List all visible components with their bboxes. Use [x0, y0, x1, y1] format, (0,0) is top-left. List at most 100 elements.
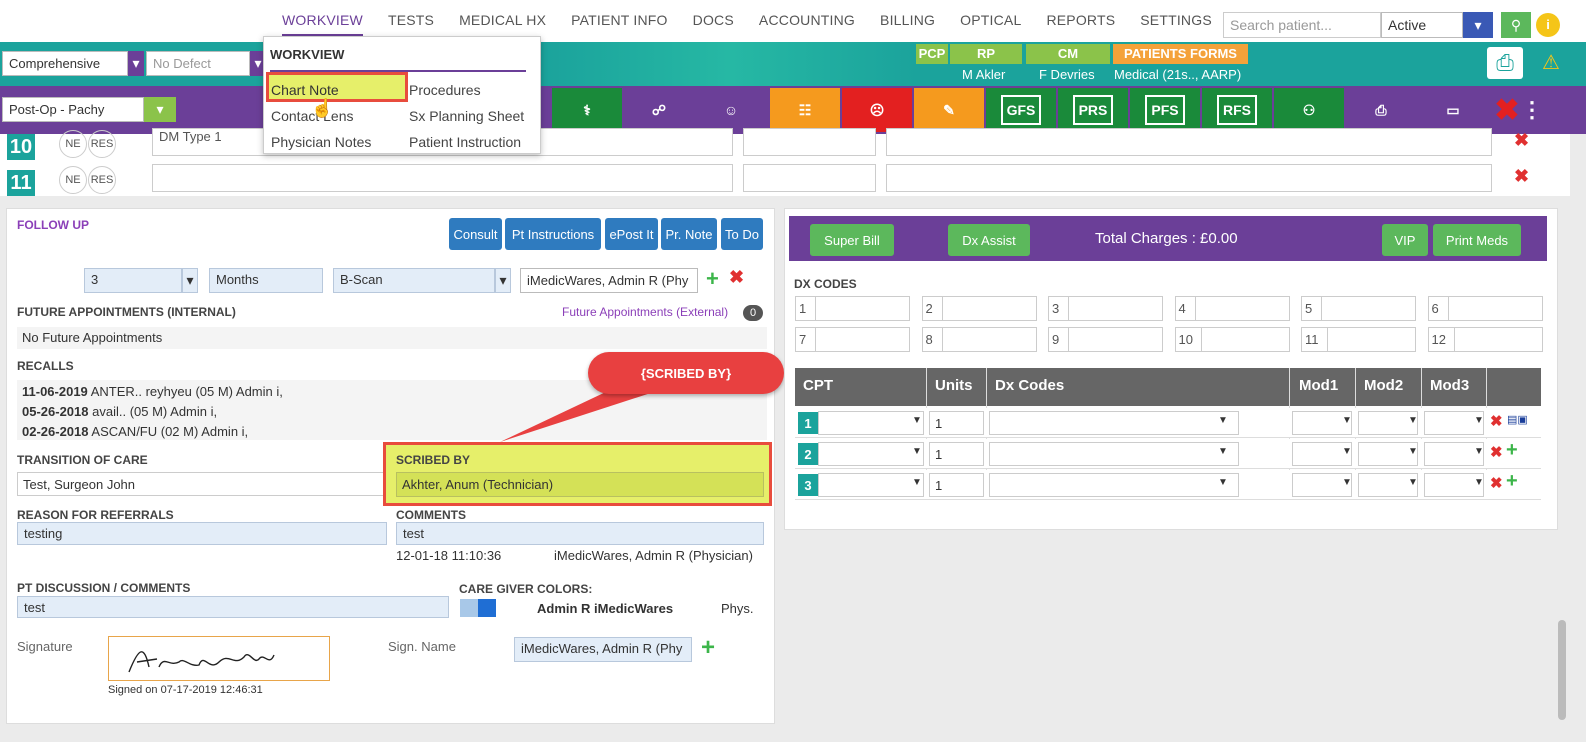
- followup-button-to-do[interactable]: To Do: [721, 218, 763, 250]
- transition-of-care-field[interactable]: Test, Surgeon John: [17, 472, 387, 496]
- surgery-icon[interactable]: ✎: [914, 88, 984, 132]
- status-dropdown-button[interactable]: ▾: [1463, 12, 1493, 38]
- info-icon[interactable]: i: [1536, 13, 1560, 37]
- ne-button[interactable]: NE: [59, 166, 87, 194]
- cm-tab[interactable]: CM: [1026, 44, 1110, 64]
- followup-button-pt-instructions[interactable]: Pt Instructions: [505, 218, 601, 250]
- meeting-icon[interactable]: ⚇: [1274, 88, 1344, 132]
- menu-item-chart-note[interactable]: Chart Note: [271, 82, 339, 98]
- menu-item-sx-planning[interactable]: Sx Planning Sheet: [409, 108, 524, 124]
- problem-detail-field[interactable]: [743, 164, 876, 192]
- fax-icon[interactable]: ⎙: [1346, 88, 1416, 132]
- dx-code-field[interactable]: 5: [1301, 296, 1416, 321]
- rp-tab[interactable]: RP: [950, 44, 1022, 64]
- dx-codes-select[interactable]: [989, 473, 1239, 497]
- pt-discussion-field[interactable]: test: [17, 596, 449, 618]
- print-meds-button[interactable]: Print Meds: [1433, 224, 1521, 256]
- dx-codes-select[interactable]: [989, 442, 1239, 466]
- alert-monitor-icon[interactable]: ⚠: [1533, 47, 1569, 79]
- followup-number[interactable]: 3: [84, 268, 182, 293]
- nav-item-tests[interactable]: TESTS: [388, 12, 434, 36]
- dx-code-field[interactable]: 8: [921, 327, 1037, 352]
- printer-icon[interactable]: ⎙: [1487, 47, 1523, 79]
- add-cpt-icon[interactable]: +: [1506, 439, 1518, 462]
- dx-assist-button[interactable]: Dx Assist: [948, 224, 1030, 256]
- pcp-tab[interactable]: PCP: [916, 44, 948, 64]
- units-field[interactable]: 1: [929, 411, 984, 435]
- dx-code-field[interactable]: 12: [1427, 327, 1543, 352]
- nav-item-docs[interactable]: DOCS: [693, 12, 734, 36]
- vip-button[interactable]: VIP: [1382, 224, 1428, 256]
- dx-code-field[interactable]: 1: [795, 296, 910, 321]
- prs-button[interactable]: PRS: [1058, 88, 1128, 132]
- monitor-icon[interactable]: ▭: [1418, 88, 1488, 132]
- delete-row-icon[interactable]: ✖: [1514, 166, 1529, 187]
- chevron-down-icon[interactable]: ▾: [182, 268, 198, 293]
- add-signer-icon[interactable]: +: [701, 634, 715, 662]
- close-chart-icon[interactable]: ✖: [1492, 88, 1522, 132]
- referral-reason-field[interactable]: testing: [17, 522, 387, 545]
- cpt-code-select[interactable]: [818, 442, 924, 466]
- followup-button-consult[interactable]: Consult: [449, 218, 502, 250]
- menu-item-physician-notes[interactable]: Physician Notes: [271, 134, 371, 150]
- exam-type-dropdown[interactable]: ▾: [128, 51, 144, 76]
- followup-button-epost-it[interactable]: ePost It: [605, 218, 658, 250]
- postop-dropdown[interactable]: ▾: [144, 97, 176, 122]
- dx-code-field[interactable]: 11: [1301, 327, 1416, 352]
- sign-name-field[interactable]: iMedicWares, Admin R (Phy: [514, 637, 692, 662]
- dx-code-field[interactable]: 7: [795, 327, 910, 352]
- nav-item-patient-info[interactable]: PATIENT INFO: [571, 12, 668, 36]
- problem-text-field[interactable]: [152, 164, 733, 192]
- delete-cpt-icon[interactable]: ✖: [1490, 474, 1503, 492]
- dx-code-field[interactable]: 2: [921, 296, 1037, 321]
- rfs-button[interactable]: RFS: [1202, 88, 1272, 132]
- comments-field[interactable]: test: [396, 522, 764, 545]
- dx-code-field[interactable]: 9: [1048, 327, 1163, 352]
- nav-item-reports[interactable]: REPORTS: [1046, 12, 1115, 36]
- dx-code-field[interactable]: 6: [1427, 296, 1543, 321]
- nav-item-settings[interactable]: SETTINGS: [1140, 12, 1212, 36]
- dx-code-field[interactable]: 4: [1174, 296, 1290, 321]
- nav-item-workview[interactable]: WORKVIEW: [282, 12, 363, 36]
- exam-type-select[interactable]: Comprehensive: [2, 51, 128, 76]
- problem-detail-field[interactable]: [743, 128, 876, 156]
- res-button[interactable]: RES: [88, 130, 116, 158]
- postop-select[interactable]: Post-Op - Pachy: [2, 97, 144, 122]
- delete-cpt-icon[interactable]: ✖: [1490, 443, 1503, 461]
- res-button[interactable]: RES: [88, 166, 116, 194]
- nav-item-medical-hx[interactable]: MEDICAL HX: [459, 12, 546, 36]
- ne-button[interactable]: NE: [59, 130, 87, 158]
- delete-row-icon[interactable]: ✖: [1514, 130, 1529, 151]
- units-field[interactable]: 1: [929, 473, 984, 497]
- neuro-icon[interactable]: ☷: [770, 88, 840, 132]
- menu-item-patient-instruction[interactable]: Patient Instruction: [409, 134, 521, 150]
- followup-provider[interactable]: iMedicWares, Admin R (Phy: [520, 268, 698, 293]
- dx-code-field[interactable]: 10: [1174, 327, 1290, 352]
- consult-icon[interactable]: ☺: [696, 88, 766, 132]
- gfs-button[interactable]: GFS: [986, 88, 1056, 132]
- dx-codes-select[interactable]: [989, 411, 1239, 435]
- search-patient-input[interactable]: Search patient...: [1223, 12, 1381, 38]
- scribed-by-field[interactable]: Akhter, Anum (Technician): [396, 472, 764, 497]
- defect-select[interactable]: No Defect: [146, 51, 250, 76]
- copy-icon[interactable]: ▤▣: [1507, 413, 1528, 426]
- cpt-code-select[interactable]: [818, 473, 924, 497]
- scrollbar[interactable]: [1558, 620, 1566, 720]
- units-field[interactable]: 1: [929, 442, 984, 466]
- nav-item-billing[interactable]: BILLING: [880, 12, 935, 36]
- problem-note-field[interactable]: [886, 164, 1492, 192]
- followup-button-pr-note[interactable]: Pr. Note: [661, 218, 717, 250]
- followup-test[interactable]: B-Scan: [333, 268, 495, 293]
- status-select[interactable]: Active: [1381, 12, 1463, 38]
- exam-icon[interactable]: ⚕: [552, 88, 622, 132]
- dx-code-field[interactable]: 3: [1048, 296, 1163, 321]
- future-appointments-external-link[interactable]: Future Appointments (External): [562, 305, 728, 319]
- menu-item-procedures[interactable]: Procedures: [409, 82, 481, 98]
- pfs-button[interactable]: PFS: [1130, 88, 1200, 132]
- more-menu-icon[interactable]: ⋮: [1521, 88, 1543, 132]
- patients-forms-tab[interactable]: PATIENTS FORMS: [1113, 44, 1248, 64]
- super-bill-button[interactable]: Super Bill: [810, 224, 894, 256]
- cpt-code-select[interactable]: [818, 411, 924, 435]
- face-icon[interactable]: ☹: [842, 88, 912, 132]
- remove-followup-icon[interactable]: ✖: [729, 267, 744, 288]
